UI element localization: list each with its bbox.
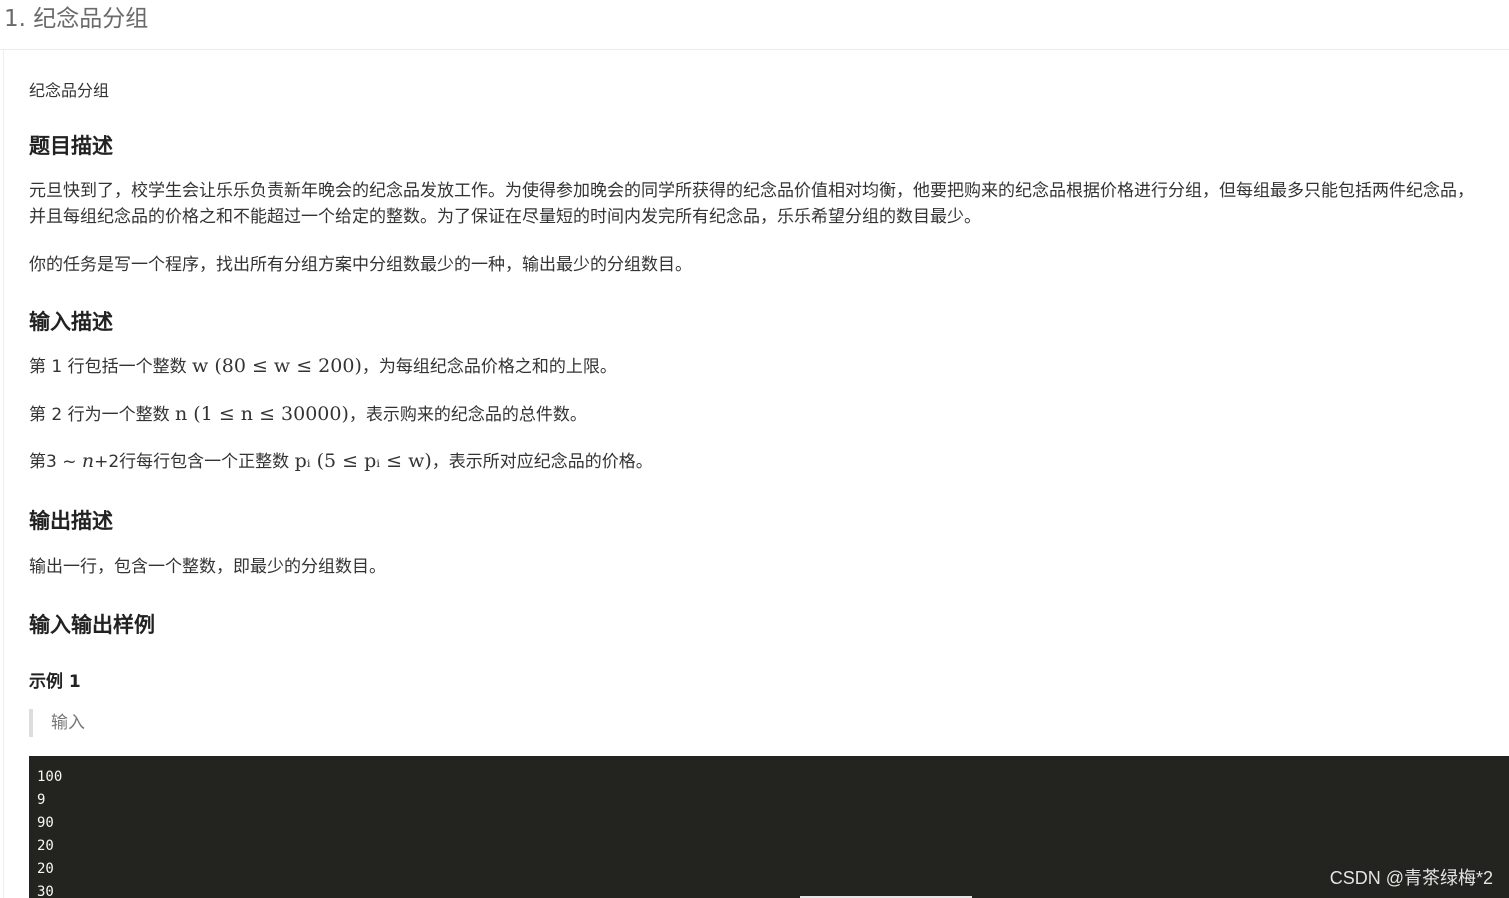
input-line-3-mid: +2行每行包含一个正整数: [94, 452, 295, 472]
input-line-1-prefix: 第 1 行包括一个整数: [29, 357, 193, 377]
input-line-3: 第3 ~ n+2行每行包含一个正整数 pᵢ (5 ≤ pᵢ ≤ w)，表示所对应…: [29, 448, 1489, 475]
code-line: 20: [37, 861, 54, 877]
sample-input-label-text: 输入: [51, 713, 85, 733]
input-line-3-prefix: 第3 ~: [29, 452, 82, 472]
output-heading: 输出描述: [29, 509, 113, 533]
output-text: 输出一行，包含一个整数，即最少的分组数目。: [29, 557, 386, 577]
input-line-3-var: n: [81, 450, 95, 472]
samples-heading: 输入输出样例: [29, 613, 155, 637]
page-title: 1. 纪念品分组: [4, 6, 149, 32]
code-line: 90: [37, 815, 54, 831]
input-line-2-math: n (1 ≤ n ≤ 30000): [175, 403, 349, 425]
input-heading: 输入描述: [29, 310, 113, 334]
input-line-1-suffix: ，为每组纪念品价格之和的上限。: [361, 357, 617, 377]
sample-input-code[interactable]: 100 9 90 20 20 30: [29, 756, 1509, 898]
code-line: 30: [37, 884, 54, 898]
description-paragraph-2: 你的任务是写一个程序，找出所有分组方案中分组数最少的一种，输出最少的分组数目。: [29, 255, 692, 275]
sample-input-label: 输入: [29, 709, 85, 737]
watermark: CSDN @青茶绿梅*2: [1329, 868, 1493, 888]
input-line-2-prefix: 第 2 行为一个整数: [29, 405, 176, 425]
input-line-1-math: w (80 ≤ w ≤ 200): [192, 355, 362, 377]
code-line: 100: [37, 769, 63, 785]
input-line-2-suffix: ，表示购来的纪念品的总件数。: [348, 405, 587, 425]
problem-name: 纪念品分组: [29, 81, 110, 100]
top-header: 1. 纪念品分组: [0, 0, 1509, 50]
input-line-1: 第 1 行包括一个整数 w (80 ≤ w ≤ 200)，为每组纪念品价格之和的…: [29, 353, 1489, 380]
input-line-2: 第 2 行为一个整数 n (1 ≤ n ≤ 30000)，表示购来的纪念品的总件…: [29, 401, 1489, 428]
problem-card: 纪念品分组 题目描述 元旦快到了，校学生会让乐乐负责新年晚会的纪念品发放工作。为…: [3, 50, 1509, 898]
input-line-3-suffix: ，表示所对应纪念品的价格。: [431, 452, 653, 472]
sample-title: 示例 1: [29, 672, 81, 692]
code-line: 9: [37, 792, 46, 808]
description-heading: 题目描述: [29, 134, 113, 158]
page: 1. 纪念品分组 纪念品分组 题目描述 元旦快到了，校学生会让乐乐负责新年晚会的…: [0, 0, 1509, 898]
input-line-3-math: pᵢ (5 ≤ pᵢ ≤ w): [294, 450, 432, 472]
code-line: 20: [37, 838, 54, 854]
description-paragraph-1: 元旦快到了，校学生会让乐乐负责新年晚会的纪念品发放工作。为使得参加晚会的同学所获…: [29, 181, 1474, 227]
